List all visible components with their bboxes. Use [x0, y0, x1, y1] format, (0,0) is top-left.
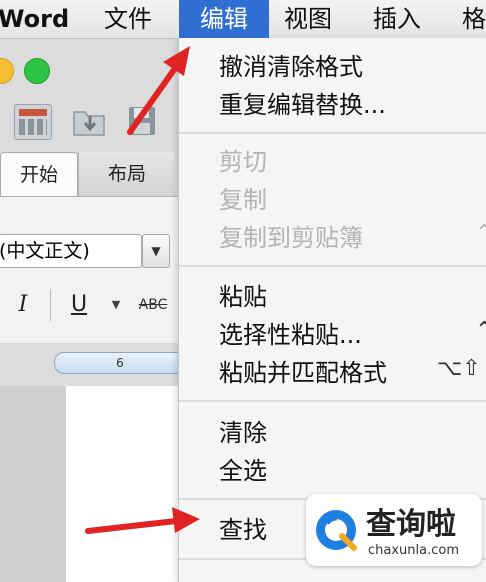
arrow-to-find-item-icon: [85, 507, 200, 534]
chaxunla-logo: 查询啦 chaxunla.com: [306, 494, 482, 566]
chaxunla-logo-icon: 查询啦 chaxunla.com: [316, 507, 459, 558]
svg-text:查询啦: 查询啦: [366, 507, 456, 542]
arrow-to-edit-menu-icon: [127, 46, 190, 135]
svg-text:chaxunla.com: chaxunla.com: [368, 543, 459, 558]
